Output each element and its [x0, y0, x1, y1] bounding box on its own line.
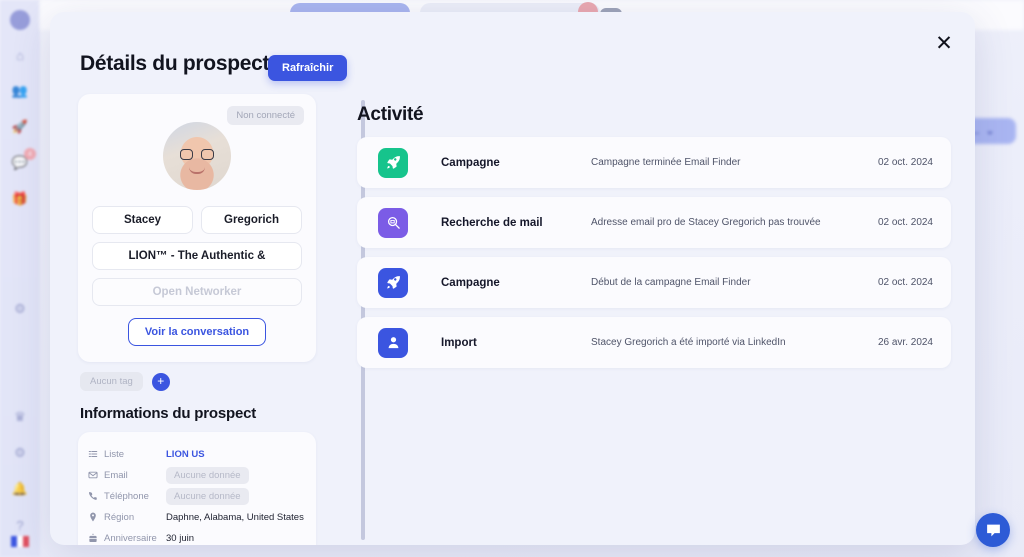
avatar [163, 122, 231, 190]
person-icon [378, 327, 408, 358]
info-label-anniversaire: Anniversaire [88, 533, 166, 544]
info-value-liste[interactable]: LION US [166, 449, 205, 460]
activity-description: Campagne terminée Email Finder [591, 157, 741, 168]
prospect-info-card: Liste LION US Email Aucune donnée Téléph… [78, 432, 316, 545]
activity-row[interactable]: Campagne Début de la campagne Email Find… [357, 257, 951, 308]
sidebar-item-inbox[interactable]: 💬 4 [9, 148, 36, 174]
inbox-badge: 4 [24, 148, 36, 160]
pin-icon [90, 512, 96, 522]
sidebar-item-rewards[interactable]: 🎁 [9, 188, 31, 210]
info-row-region: Région Daphne, Alabama, United States [88, 507, 304, 527]
name-fields: Stacey Gregorich [92, 206, 302, 234]
chat-icon [986, 524, 1000, 536]
activity-description: Adresse email pro de Stacey Gregorich pa… [591, 217, 821, 228]
avatar-smile-icon [189, 167, 205, 174]
info-row-telephone: Téléphone Aucune donnée [88, 486, 302, 506]
activity-date: 26 avr. 2024 [877, 337, 933, 348]
prospect-left-column: Non connecté Stacey Gregorich LION™ - Th… [78, 94, 316, 545]
headline-field[interactable]: LION™ - The Authentic & [92, 242, 302, 270]
chevron-down-icon: ⌄ [985, 125, 995, 137]
activity-row[interactable]: Recherche de mail Adresse email pro de S… [357, 197, 951, 248]
sidebar-item-help[interactable]: ? [9, 514, 31, 536]
info-row-anniversaire: Anniversaire 30 juin [88, 528, 302, 545]
sidebar-item-notifications[interactable]: 🔔 [9, 478, 31, 500]
info-value-email: Aucune donnée [166, 466, 249, 484]
tag-row: Aucun tag + [78, 372, 316, 391]
prospect-details-modal: ✕ Détails du prospect Rafraîchir Non con… [50, 12, 975, 545]
add-tag-button[interactable]: + [151, 372, 170, 391]
view-conversation-button[interactable]: Voir la conversation [127, 318, 267, 346]
list-icon [88, 451, 98, 457]
sidebar-logo[interactable] [10, 10, 30, 30]
info-label-email: Email [88, 470, 166, 481]
info-label-liste: Liste [88, 449, 166, 460]
tag-empty-badge: Aucun tag [80, 372, 143, 391]
avatar-glasses-icon [180, 149, 214, 160]
activity-title: Import [441, 336, 477, 349]
activity-row[interactable]: Import Stacey Gregorich a été importé vi… [357, 317, 951, 368]
sidebar-item-campaigns[interactable]: 🚀 [9, 116, 31, 138]
sidebar: ⌂ 👥 🚀 💬 4 🎁 ⚙ ♛ ⚙ 🔔 ? [0, 0, 40, 557]
last-name-field[interactable]: Gregorich [201, 206, 302, 234]
activity-description: Stacey Gregorich a été importé via Linke… [591, 337, 786, 348]
activity-date: 02 oct. 2024 [877, 277, 933, 288]
close-icon[interactable]: ✕ [927, 26, 961, 60]
activity-date: 02 oct. 2024 [877, 157, 933, 168]
sidebar-item-upgrade[interactable]: ♛ [9, 406, 31, 428]
refresh-button[interactable]: Rafraîchir [268, 55, 348, 81]
info-value-anniversaire: 30 juin [166, 532, 194, 544]
mail-search-icon [378, 207, 408, 238]
info-value-region: Daphne, Alabama, United States [166, 511, 304, 523]
headline-placeholder-field[interactable]: Open Networker [92, 278, 302, 306]
sidebar-item-preferences[interactable]: ⚙ [9, 442, 31, 464]
sidebar-item-contacts[interactable]: 👥 [9, 80, 31, 102]
activity-title: Campagne [441, 156, 500, 169]
info-label-region: Région [88, 512, 166, 523]
activity-title: Campagne [441, 276, 500, 289]
activity-description: Début de la campagne Email Finder [591, 277, 751, 288]
info-label-telephone: Téléphone [88, 491, 166, 502]
prospect-info-heading: Informations du prospect [80, 405, 257, 422]
activity-row[interactable]: Campagne Campagne terminée Email Finder … [357, 137, 951, 188]
rocket-icon [378, 267, 408, 298]
activity-list: Campagne Campagne terminée Email Finder … [357, 137, 951, 377]
cake-icon [89, 533, 97, 542]
language-flag-icon[interactable] [11, 536, 29, 547]
rocket-icon [378, 147, 408, 178]
activity-title: Recherche de mail [441, 216, 543, 229]
sidebar-item-settings[interactable]: ⚙ [9, 298, 31, 320]
page-title: Détails du prospect [80, 52, 270, 75]
activity-date: 02 oct. 2024 [877, 217, 933, 228]
mail-icon [88, 471, 98, 479]
info-row-email: Email Aucune donnée [88, 465, 302, 485]
chat-widget-button[interactable] [976, 513, 1010, 547]
info-row-liste: Liste LION US [88, 444, 302, 464]
info-value-telephone: Aucune donnée [166, 487, 249, 505]
first-name-field[interactable]: Stacey [92, 206, 193, 234]
status-badge: Non connecté [227, 106, 304, 125]
profile-card: Non connecté Stacey Gregorich LION™ - Th… [78, 94, 316, 362]
phone-icon [88, 491, 97, 500]
activity-heading: Activité [357, 104, 424, 125]
sidebar-item-home[interactable]: ⌂ [9, 44, 31, 66]
